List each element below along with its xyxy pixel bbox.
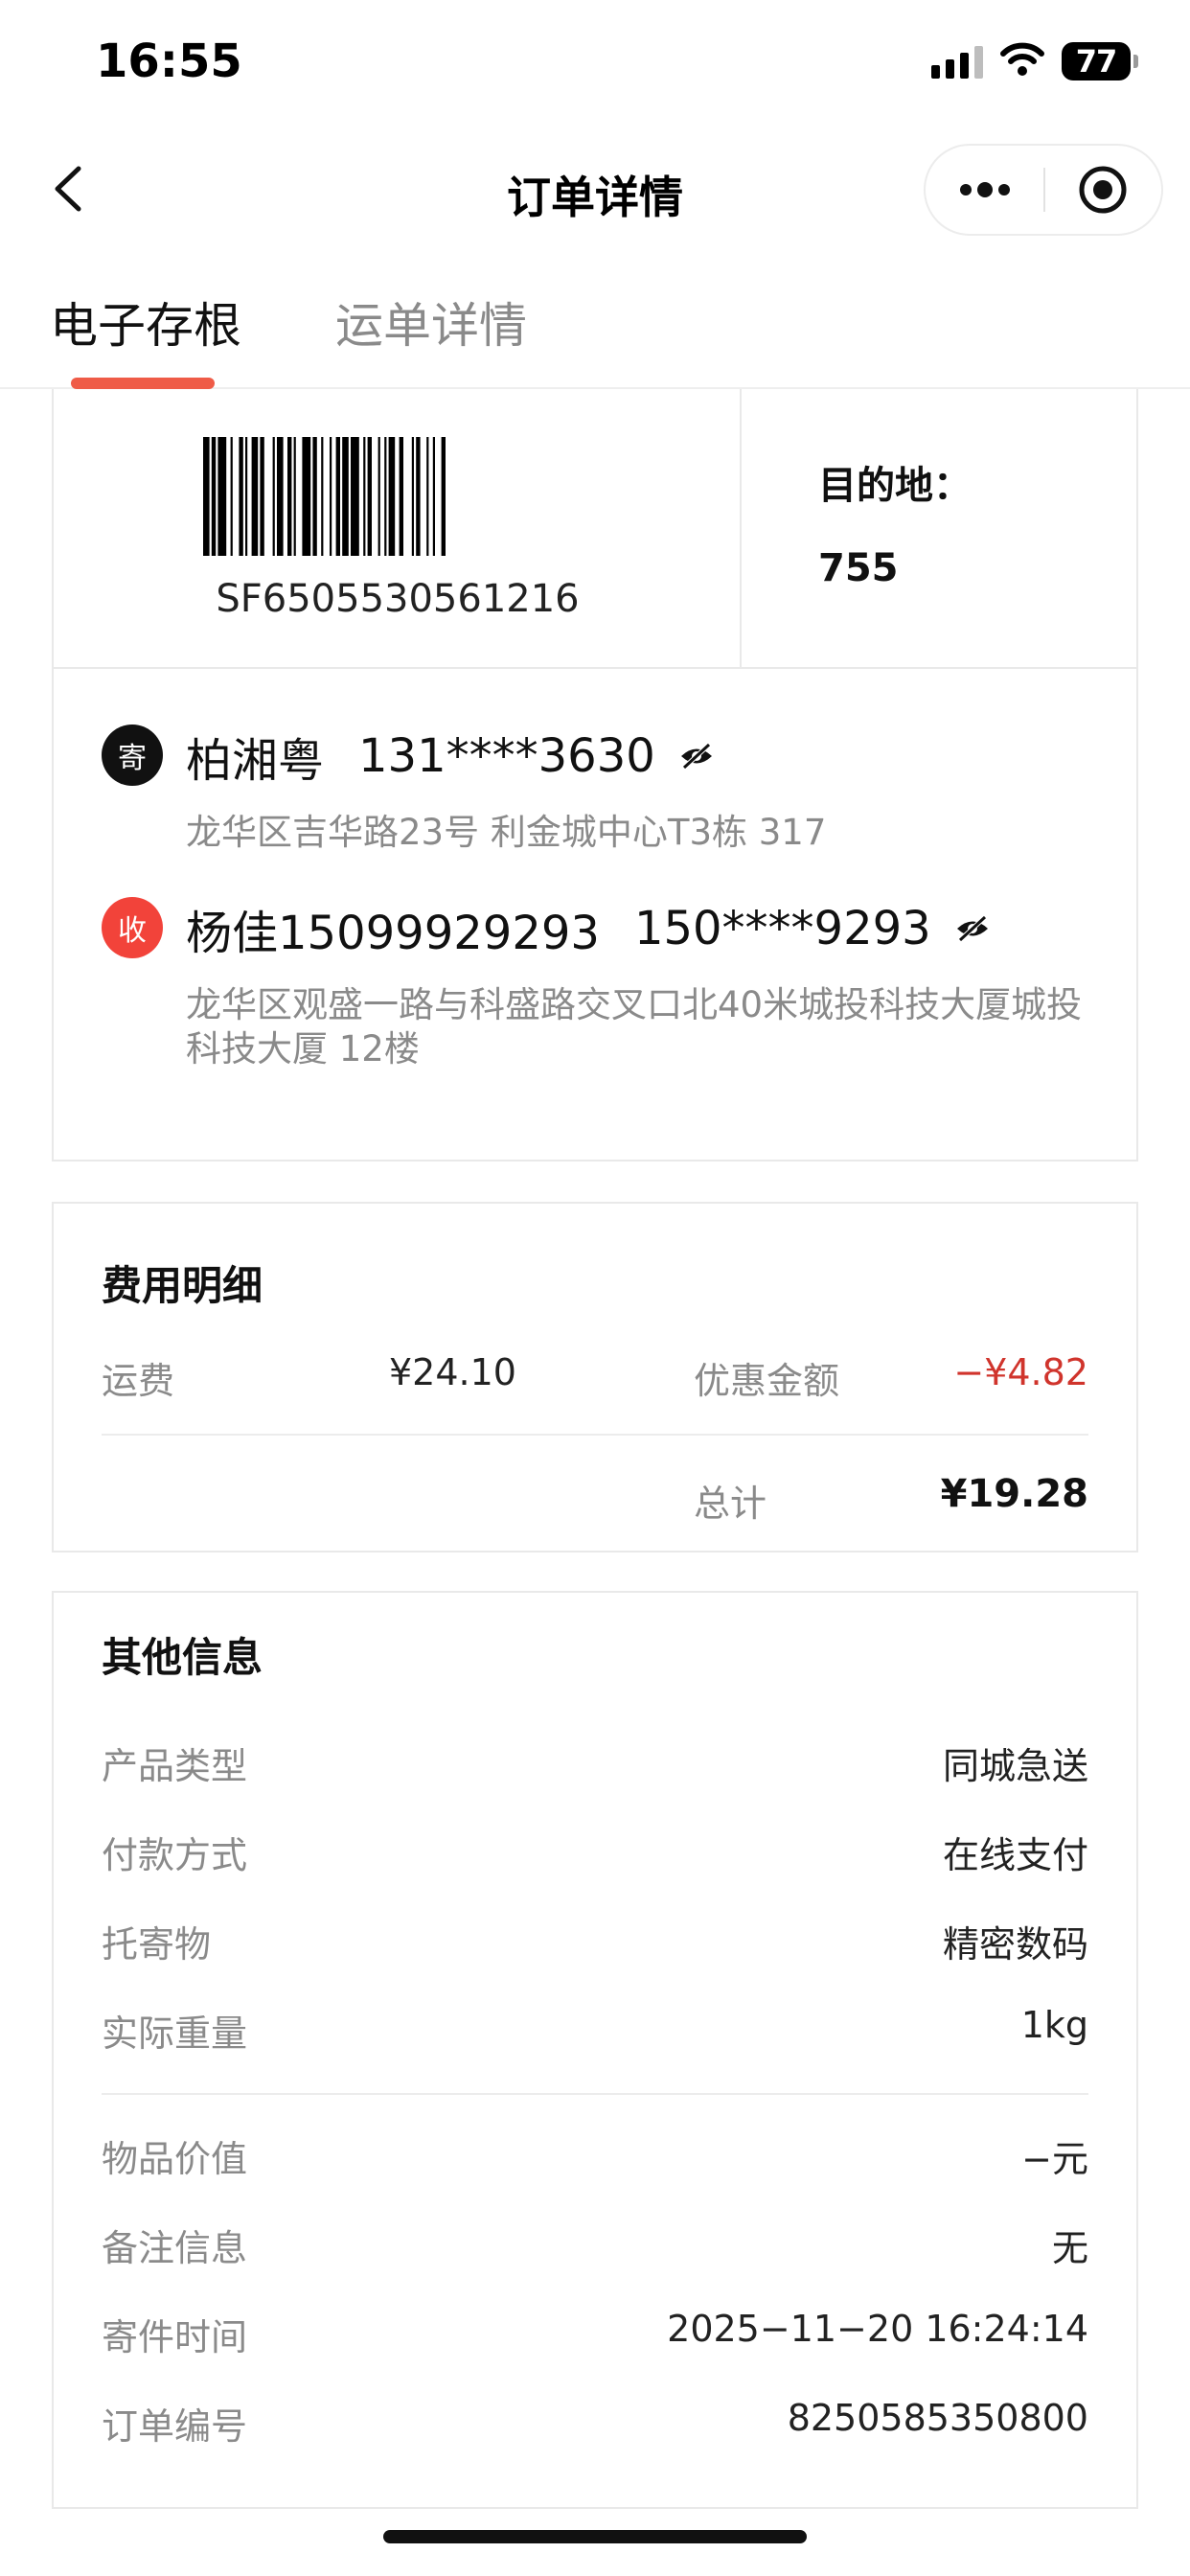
target-circle-icon	[1079, 166, 1127, 214]
info-key: 备注信息	[102, 2227, 248, 2269]
sender-name: 柏湘粤	[186, 734, 325, 788]
info-key: 实际重量	[102, 2012, 248, 2055]
eye-hidden-icon[interactable]	[678, 742, 715, 770]
eye-hidden-icon[interactable]	[954, 914, 991, 943]
receiver-line: 杨佳15099929293 150****9293	[186, 895, 991, 962]
info-row-order-number: 订单编号 8250585350800	[102, 2397, 1088, 2454]
status-time: 16:55	[96, 34, 242, 88]
tab-bar: 电子存根 运单详情	[0, 278, 1190, 389]
info-value: 1kg	[1020, 2004, 1088, 2046]
fee-title: 费用明细	[102, 1262, 263, 1309]
miniprogram-capsule	[924, 144, 1163, 236]
info-key: 订单编号	[102, 2405, 248, 2448]
info-key: 付款方式	[102, 1834, 248, 1876]
signal-icon	[931, 44, 983, 79]
sender-address: 龙华区吉华路23号 利金城中心T3栋 317	[186, 812, 827, 853]
info-row-weight: 实际重量 1kg	[102, 2004, 1088, 2061]
sender-line: 柏湘粤 131****3630	[186, 723, 715, 790]
info-value: 在线支付	[942, 1834, 1088, 1876]
battery-level: 77	[1075, 43, 1118, 80]
barcode-image	[203, 437, 446, 556]
receiver-name: 杨佳15099929293	[186, 907, 600, 960]
info-value: 8250585350800	[787, 2397, 1088, 2439]
info-value: 无	[1051, 2227, 1088, 2269]
fee-divider	[102, 1434, 1088, 1436]
info-key: 寄件时间	[102, 2316, 248, 2358]
info-value: 2025−11−20 16:24:14	[667, 2308, 1088, 2350]
info-value: 同城急送	[942, 1745, 1088, 1787]
info-key: 物品价值	[102, 2138, 248, 2180]
more-dots-icon	[959, 182, 1010, 197]
wifi-icon	[1000, 42, 1044, 80]
info-key: 托寄物	[102, 1923, 212, 1966]
info-row-contents: 托寄物 精密数码	[102, 1915, 1088, 1972]
info-row-send-time: 寄件时间 2025−11−20 16:24:14	[102, 2308, 1088, 2365]
info-value: 精密数码	[942, 1923, 1088, 1966]
info-value: −元	[1021, 2138, 1088, 2180]
freight-value: ¥24.10	[389, 1351, 516, 1393]
tab-e-stub[interactable]: 电子存根	[50, 288, 241, 356]
status-icons: 77	[931, 42, 1138, 80]
receiver-badge: 收	[102, 897, 163, 958]
info-row-remarks: 备注信息 无	[102, 2219, 1088, 2276]
destination-section: 目的地： 755	[742, 389, 1138, 669]
freight-label: 运费	[102, 1360, 175, 1402]
receiver-address: 龙华区观盛一路与科盛路交叉口北40米城投科技大厦城投科技大厦 12楼	[186, 984, 1083, 1070]
total-label: 总计	[694, 1483, 767, 1525]
sender-phone: 131****3630	[358, 729, 655, 783]
status-bar: 16:55 77	[0, 0, 1190, 125]
destination-code: 755	[818, 546, 899, 590]
info-row-payment-method: 付款方式 在线支付	[102, 1826, 1088, 1883]
info-row-product-type: 产品类型 同城急送	[102, 1736, 1088, 1794]
receiver-phone: 150****9293	[633, 902, 931, 955]
discount-label: 优惠金额	[694, 1360, 840, 1402]
info-row-item-value: 物品价值 −元	[102, 2129, 1088, 2187]
total-value: ¥19.28	[940, 1472, 1088, 1516]
other-info-card: 其他信息 产品类型 同城急送 付款方式 在线支付 托寄物 精密数码 实际重量 1…	[52, 1591, 1138, 2509]
fee-card: 费用明细 运费 ¥24.10 优惠金额 −¥4.82 总计 ¥19.28	[52, 1202, 1138, 1552]
battery-icon: 77	[1062, 42, 1138, 80]
waybill-number: SF6505530561216	[216, 577, 580, 621]
more-button[interactable]	[926, 146, 1043, 234]
home-indicator	[383, 2530, 807, 2543]
nav-bar: 订单详情	[0, 134, 1190, 249]
tab-waybill-details[interactable]: 运单详情	[335, 288, 527, 356]
destination-label: 目的地：	[818, 464, 972, 508]
info-key: 产品类型	[102, 1745, 248, 1787]
barcode-section: SF6505530561216	[54, 389, 742, 669]
sender-badge: 寄	[102, 724, 163, 786]
waybill-card: SF6505530561216 目的地： 755 寄 柏湘粤 131****36…	[52, 389, 1138, 1162]
active-tab-indicator	[71, 378, 215, 389]
close-miniprogram-button[interactable]	[1045, 146, 1161, 234]
other-info-title: 其他信息	[102, 1634, 263, 1681]
discount-value: −¥4.82	[953, 1351, 1088, 1393]
info-divider	[102, 2093, 1088, 2095]
